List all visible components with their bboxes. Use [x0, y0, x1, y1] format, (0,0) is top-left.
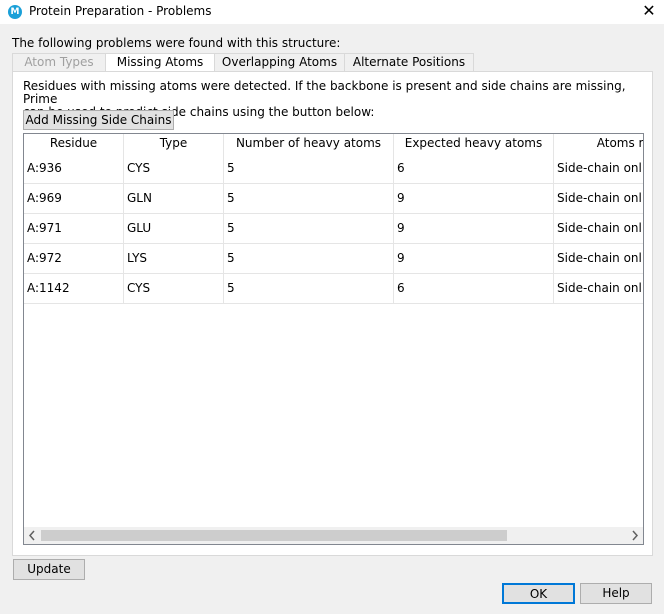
cell-type: GLU: [124, 214, 224, 244]
horizontal-scrollbar[interactable]: [24, 527, 643, 544]
cell-atoms-missing: Side-chain onl: [554, 154, 643, 184]
cell-type: LYS: [124, 244, 224, 274]
window-title: Protein Preparation - Problems: [29, 4, 212, 18]
problems-label: The following problems were found with t…: [12, 36, 341, 50]
tab-alternate-positions[interactable]: Alternate Positions: [344, 53, 474, 71]
app-logo-icon: M: [8, 5, 22, 19]
table-row[interactable]: A:969 GLN 5 9 Side-chain onl: [24, 184, 643, 214]
cell-heavy-atoms: 5: [224, 244, 394, 274]
cell-heavy-atoms: 5: [224, 274, 394, 304]
cell-heavy-atoms: 5: [224, 214, 394, 244]
cell-heavy-atoms: 5: [224, 184, 394, 214]
cell-residue: A:971: [24, 214, 124, 244]
tab-overlapping-atoms[interactable]: Overlapping Atoms: [214, 53, 345, 71]
missing-atoms-panel: Residues with missing atoms were detecte…: [12, 71, 653, 556]
cell-atoms-missing: Side-chain onl: [554, 244, 643, 274]
cell-atoms-missing: Side-chain onl: [554, 184, 643, 214]
update-button[interactable]: Update: [13, 559, 85, 580]
title-bar: M Protein Preparation - Problems ✕: [0, 0, 664, 24]
tab-missing-atoms[interactable]: Missing Atoms: [105, 53, 215, 72]
column-header-atoms-missing[interactable]: Atoms m: [554, 134, 643, 154]
cell-type: CYS: [124, 154, 224, 184]
missing-atoms-table: Residue Type Number of heavy atoms Expec…: [23, 133, 644, 545]
column-header-expected-heavy-atoms[interactable]: Expected heavy atoms: [394, 134, 554, 154]
cell-expected-atoms: 6: [394, 154, 554, 184]
cell-type: GLN: [124, 184, 224, 214]
column-header-residue[interactable]: Residue: [24, 134, 124, 154]
table-row[interactable]: A:936 CYS 5 6 Side-chain onl: [24, 154, 643, 184]
column-header-type[interactable]: Type: [124, 134, 224, 154]
cell-expected-atoms: 9: [394, 184, 554, 214]
tab-atom-types[interactable]: Atom Types: [12, 53, 106, 71]
add-missing-side-chains-button[interactable]: Add Missing Side Chains: [23, 110, 174, 130]
cell-atoms-missing: Side-chain onl: [554, 274, 643, 304]
cell-expected-atoms: 9: [394, 214, 554, 244]
chevron-right-icon[interactable]: [626, 527, 643, 544]
ok-button[interactable]: OK: [502, 583, 575, 604]
close-button[interactable]: ✕: [640, 2, 658, 20]
cell-residue: A:936: [24, 154, 124, 184]
table-row[interactable]: A:972 LYS 5 9 Side-chain onl: [24, 244, 643, 274]
cell-expected-atoms: 9: [394, 244, 554, 274]
cell-atoms-missing: Side-chain onl: [554, 214, 643, 244]
cell-heavy-atoms: 5: [224, 154, 394, 184]
cell-expected-atoms: 6: [394, 274, 554, 304]
scrollbar-thumb[interactable]: [41, 530, 507, 541]
cell-residue: A:972: [24, 244, 124, 274]
table-row[interactable]: A:971 GLU 5 9 Side-chain onl: [24, 214, 643, 244]
description-line-1: Residues with missing atoms were detecte…: [23, 79, 626, 106]
help-button[interactable]: Help: [580, 583, 652, 604]
column-header-number-heavy-atoms[interactable]: Number of heavy atoms: [224, 134, 394, 154]
cell-residue: A:969: [24, 184, 124, 214]
cell-residue: A:1142: [24, 274, 124, 304]
cell-type: CYS: [124, 274, 224, 304]
chevron-left-icon[interactable]: [24, 527, 41, 544]
table-row[interactable]: A:1142 CYS 5 6 Side-chain onl: [24, 274, 643, 304]
